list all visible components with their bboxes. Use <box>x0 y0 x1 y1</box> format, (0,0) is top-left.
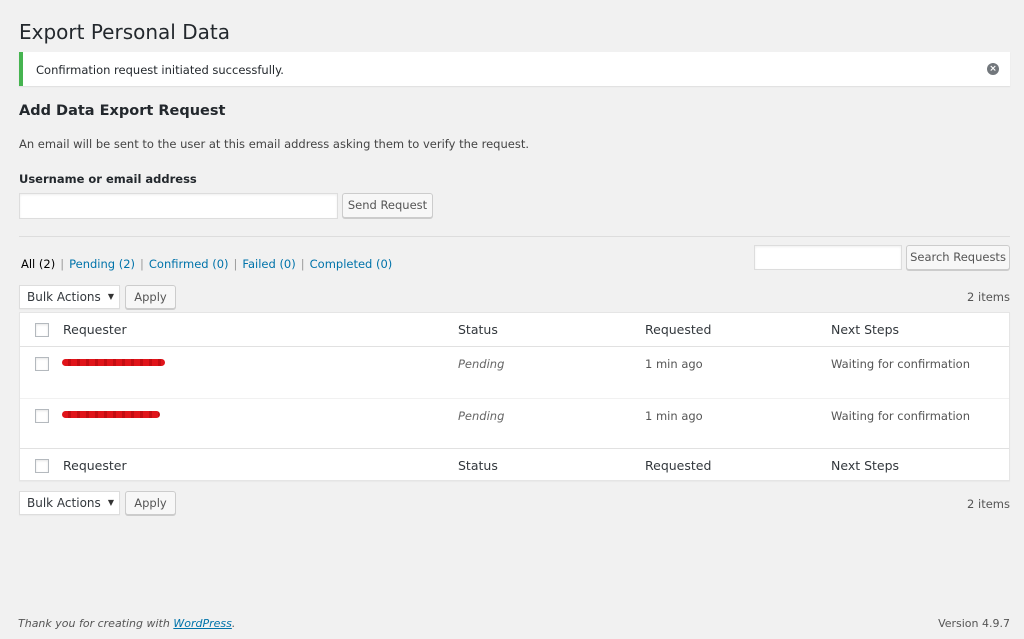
bulk-actions-select-bottom[interactable]: Bulk Actions ▼ <box>19 491 120 515</box>
column-requested[interactable]: Requested <box>645 322 711 337</box>
select-all-checkbox-bottom[interactable] <box>35 459 49 473</box>
page-title: Export Personal Data <box>19 20 230 44</box>
table-footer: Requester Status Requested Next Steps <box>20 448 1009 482</box>
items-count-bottom: 2 items <box>967 497 1010 511</box>
status-cell: Pending <box>458 409 505 423</box>
items-count-top: 2 items <box>967 290 1010 304</box>
filter-confirmed[interactable]: Confirmed (0) <box>149 257 229 271</box>
table-row: Pending 1 min ago Waiting for confirmati… <box>20 347 1009 398</box>
username-email-input[interactable] <box>19 193 338 219</box>
next-steps-cell: Waiting for confirmation <box>831 409 970 423</box>
notice-text: Confirmation request initiated successfu… <box>36 63 284 77</box>
row-checkbox[interactable] <box>35 409 49 423</box>
requester-email-redacted[interactable] <box>62 411 160 418</box>
column-next-steps: Next Steps <box>831 458 900 473</box>
filter-failed[interactable]: Failed (0) <box>242 257 295 271</box>
send-request-button[interactable]: Send Request <box>342 193 433 218</box>
column-requester[interactable]: Requester <box>63 458 127 473</box>
wordpress-link[interactable]: WordPress <box>173 617 232 630</box>
requested-cell: 1 min ago <box>645 357 703 371</box>
footer-version: Version 4.9.7 <box>938 617 1010 630</box>
filter-pending[interactable]: Pending (2) <box>69 257 135 271</box>
requester-email-redacted[interactable] <box>62 359 165 366</box>
table-header: Requester Status Requested Next Steps <box>20 313 1009 347</box>
chevron-down-icon: ▼ <box>107 292 114 301</box>
chevron-down-icon: ▼ <box>107 498 114 507</box>
form-heading: Add Data Export Request <box>19 103 226 119</box>
table-row: Pending 1 min ago Waiting for confirmati… <box>20 398 1009 450</box>
status-cell: Pending <box>458 357 505 371</box>
requested-cell: 1 min ago <box>645 409 703 423</box>
next-steps-cell: Waiting for confirmation <box>831 357 970 371</box>
column-status: Status <box>458 458 498 473</box>
filter-all[interactable]: All (2) <box>21 257 55 271</box>
dismiss-icon[interactable]: × <box>987 63 999 75</box>
search-requests-input[interactable] <box>754 245 902 270</box>
apply-button-top[interactable]: Apply <box>125 285 176 309</box>
apply-button-bottom[interactable]: Apply <box>125 491 176 515</box>
search-requests-button[interactable]: Search Requests <box>906 245 1010 270</box>
status-filters: All (2) | Pending (2) | Confirmed (0) | Failed… <box>21 257 393 271</box>
form-description: An email will be sent to the user at thi… <box>19 137 529 151</box>
requests-table: Requester Status Requested Next Steps Pe… <box>19 312 1010 481</box>
column-status: Status <box>458 322 498 337</box>
bulk-actions-select-top[interactable]: Bulk Actions ▼ <box>19 285 120 309</box>
username-email-label: Username or email address <box>19 172 197 186</box>
select-all-checkbox[interactable] <box>35 323 49 337</box>
footer-thanks: Thank you for creating with WordPress. <box>18 617 236 630</box>
column-requester[interactable]: Requester <box>63 322 127 337</box>
column-next-steps: Next Steps <box>831 322 900 337</box>
divider <box>19 236 1010 237</box>
success-notice: Confirmation request initiated successfu… <box>19 52 1010 86</box>
filter-completed[interactable]: Completed (0) <box>310 257 393 271</box>
row-checkbox[interactable] <box>35 357 49 371</box>
column-requested[interactable]: Requested <box>645 458 711 473</box>
